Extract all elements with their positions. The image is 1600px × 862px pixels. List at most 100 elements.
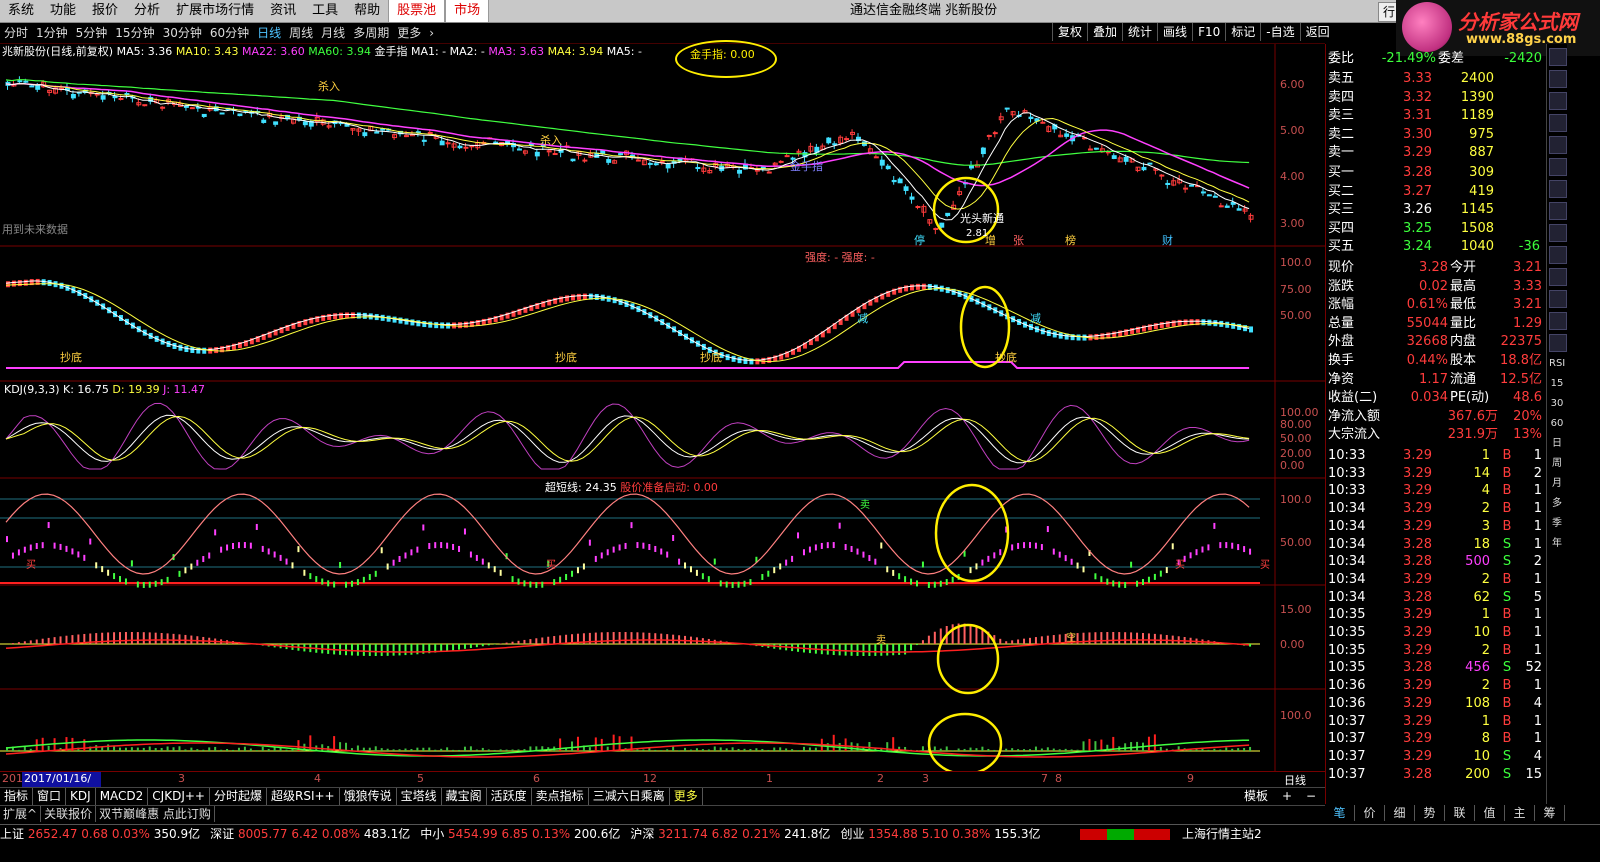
short-term-bar xyxy=(362,576,365,583)
period-shortcut-icon[interactable]: 月 xyxy=(1549,476,1565,492)
period-1min[interactable]: 1分钟 xyxy=(32,23,72,43)
tab-indicator[interactable]: 指标 xyxy=(0,788,34,805)
side-tab-shi[interactable]: 势 xyxy=(1415,805,1445,821)
tab-macd2[interactable]: MACD2 xyxy=(96,788,149,805)
tick-row: 10:35 3.28 456 S 52 xyxy=(1326,659,1546,676)
period-5min[interactable]: 5分钟 xyxy=(72,23,112,43)
tab-cangbaoge[interactable]: 藏宝阁 xyxy=(442,788,487,805)
tab-sell-point[interactable]: 卖点指标 xyxy=(532,788,589,805)
period-shortcut-icon[interactable]: 季 xyxy=(1549,516,1565,532)
toolbar-icon[interactable] xyxy=(1549,202,1567,220)
tab-related-quote[interactable]: 关联报价 xyxy=(41,806,97,822)
overlay-button[interactable]: 叠加 xyxy=(1087,23,1122,41)
tab-baota[interactable]: 宝塔线 xyxy=(397,788,442,805)
period-shortcut-icon[interactable]: 60 xyxy=(1549,416,1565,432)
tab-fenshi-qibao[interactable]: 分时起爆 xyxy=(210,788,267,805)
period-15min[interactable]: 15分钟 xyxy=(111,23,158,43)
period-shortcut-icon[interactable]: 30 xyxy=(1549,396,1565,412)
short-term-bar xyxy=(511,576,514,583)
macd-bar xyxy=(166,633,169,644)
menu-tools[interactable]: 工具 xyxy=(304,0,346,22)
strength-bar xyxy=(1171,320,1176,327)
period-daily[interactable]: 日线 xyxy=(253,23,285,43)
menu-help[interactable]: 帮助 xyxy=(346,0,388,22)
side-tab-chou[interactable]: 筹 xyxy=(1535,805,1565,821)
menu-news[interactable]: 资讯 xyxy=(262,0,304,22)
toolbar-icon[interactable] xyxy=(1549,246,1567,264)
tab-more[interactable]: 更多 xyxy=(670,788,703,805)
side-tab-jia[interactable]: 价 xyxy=(1355,805,1385,821)
menu-analysis[interactable]: 分析 xyxy=(126,0,168,22)
tab-elang[interactable]: 饿狼传说 xyxy=(340,788,397,805)
period-more[interactable]: 更多 xyxy=(393,23,425,43)
side-tab-zhu[interactable]: 主 xyxy=(1505,805,1535,821)
tick-time: 10:37 xyxy=(1328,713,1366,729)
flow-bar xyxy=(154,748,157,751)
short-term-bar xyxy=(1011,544,1014,551)
period-shortcut-icon[interactable]: 多 xyxy=(1549,496,1565,512)
period-shortcut-icon[interactable]: 15 xyxy=(1549,376,1565,392)
minus-icon[interactable]: − xyxy=(1306,788,1316,805)
f10-button[interactable]: F10 xyxy=(1192,23,1225,41)
toolbar-icon[interactable] xyxy=(1549,180,1567,198)
period-shortcut-icon[interactable]: 年 xyxy=(1549,536,1565,552)
short-term-bar xyxy=(993,552,996,559)
mark-button[interactable]: 标记 xyxy=(1225,23,1260,41)
back-button[interactable]: 返回 xyxy=(1299,23,1335,41)
side-tab-xi[interactable]: 细 xyxy=(1385,805,1415,821)
short-term-bar xyxy=(166,576,169,583)
toolbar-icon[interactable] xyxy=(1549,114,1567,132)
toolbar-icon[interactable] xyxy=(1549,268,1567,286)
short-term-bar xyxy=(945,579,948,586)
draw-button[interactable]: 画线 xyxy=(1157,23,1192,41)
toolbar-icon[interactable] xyxy=(1549,290,1567,308)
tab-kdj[interactable]: KDJ xyxy=(66,788,96,805)
period-30min[interactable]: 30分钟 xyxy=(159,23,206,43)
self-select-button[interactable]: -自选 xyxy=(1260,23,1299,41)
tab-super-rsi[interactable]: 超级RSI++ xyxy=(267,788,340,805)
period-shortcut-icon[interactable]: 日 xyxy=(1549,436,1565,452)
menu-ext-market[interactable]: 扩展市场行情 xyxy=(168,0,262,22)
tab-activity[interactable]: 活跃度 xyxy=(487,788,532,805)
fuquan-button[interactable]: 复权 xyxy=(1052,23,1087,41)
toolbar-icon[interactable] xyxy=(1549,136,1567,154)
order-price: 3.27 xyxy=(1403,183,1432,199)
tab-promo[interactable]: 双节巅峰惠 点此订购 xyxy=(96,806,215,822)
tab-three-minus-six[interactable]: 三减六日乘离 xyxy=(589,788,670,805)
plus-icon[interactable]: + xyxy=(1282,788,1292,805)
side-tab-bi[interactable]: 笔 xyxy=(1325,805,1355,821)
period-more-arrow-icon[interactable]: › xyxy=(425,23,438,43)
period-weekly[interactable]: 周线 xyxy=(285,23,317,43)
toolbar-icon[interactable] xyxy=(1549,158,1567,176)
stats-button[interactable]: 统计 xyxy=(1122,23,1157,41)
menu-function[interactable]: 功能 xyxy=(42,0,84,22)
menu-system[interactable]: 系统 xyxy=(0,0,42,22)
period-multi[interactable]: 多周期 xyxy=(349,23,393,43)
flow-bar xyxy=(166,746,169,751)
macd-bar xyxy=(951,624,954,644)
period-shortcut-icon[interactable]: RSI xyxy=(1549,356,1565,372)
tab-market[interactable]: 市场 xyxy=(445,0,490,22)
period-monthly[interactable]: 月线 xyxy=(317,23,349,43)
kdj-j-line xyxy=(5,402,1250,470)
tab-stock-pool[interactable]: 股票池 xyxy=(388,0,446,22)
toolbar-icon[interactable] xyxy=(1549,334,1567,352)
template-button[interactable]: 模板 xyxy=(1244,788,1268,805)
short-term-bar xyxy=(1130,561,1133,568)
period-fenshi[interactable]: 分时 xyxy=(0,23,32,43)
toolbar-icon[interactable] xyxy=(1549,224,1567,242)
side-tab-lian[interactable]: 联 xyxy=(1445,805,1475,821)
period-shortcut-icon[interactable]: 周 xyxy=(1549,456,1565,472)
tab-cjkdj[interactable]: CJKDJ++ xyxy=(148,788,210,805)
toolbar-icon[interactable] xyxy=(1549,48,1567,66)
toolbar-icon[interactable] xyxy=(1549,92,1567,110)
macd-bar xyxy=(850,644,853,656)
toolbar-icon[interactable] xyxy=(1549,70,1567,88)
flow-bar xyxy=(392,749,395,751)
menu-quote[interactable]: 报价 xyxy=(84,0,126,22)
period-60min[interactable]: 60分钟 xyxy=(206,23,253,43)
side-tab-zhi[interactable]: 值 xyxy=(1475,805,1505,821)
toolbar-icon[interactable] xyxy=(1549,312,1567,330)
tab-extend[interactable]: 扩展^ xyxy=(0,806,42,822)
tab-window[interactable]: 窗口 xyxy=(33,788,67,805)
